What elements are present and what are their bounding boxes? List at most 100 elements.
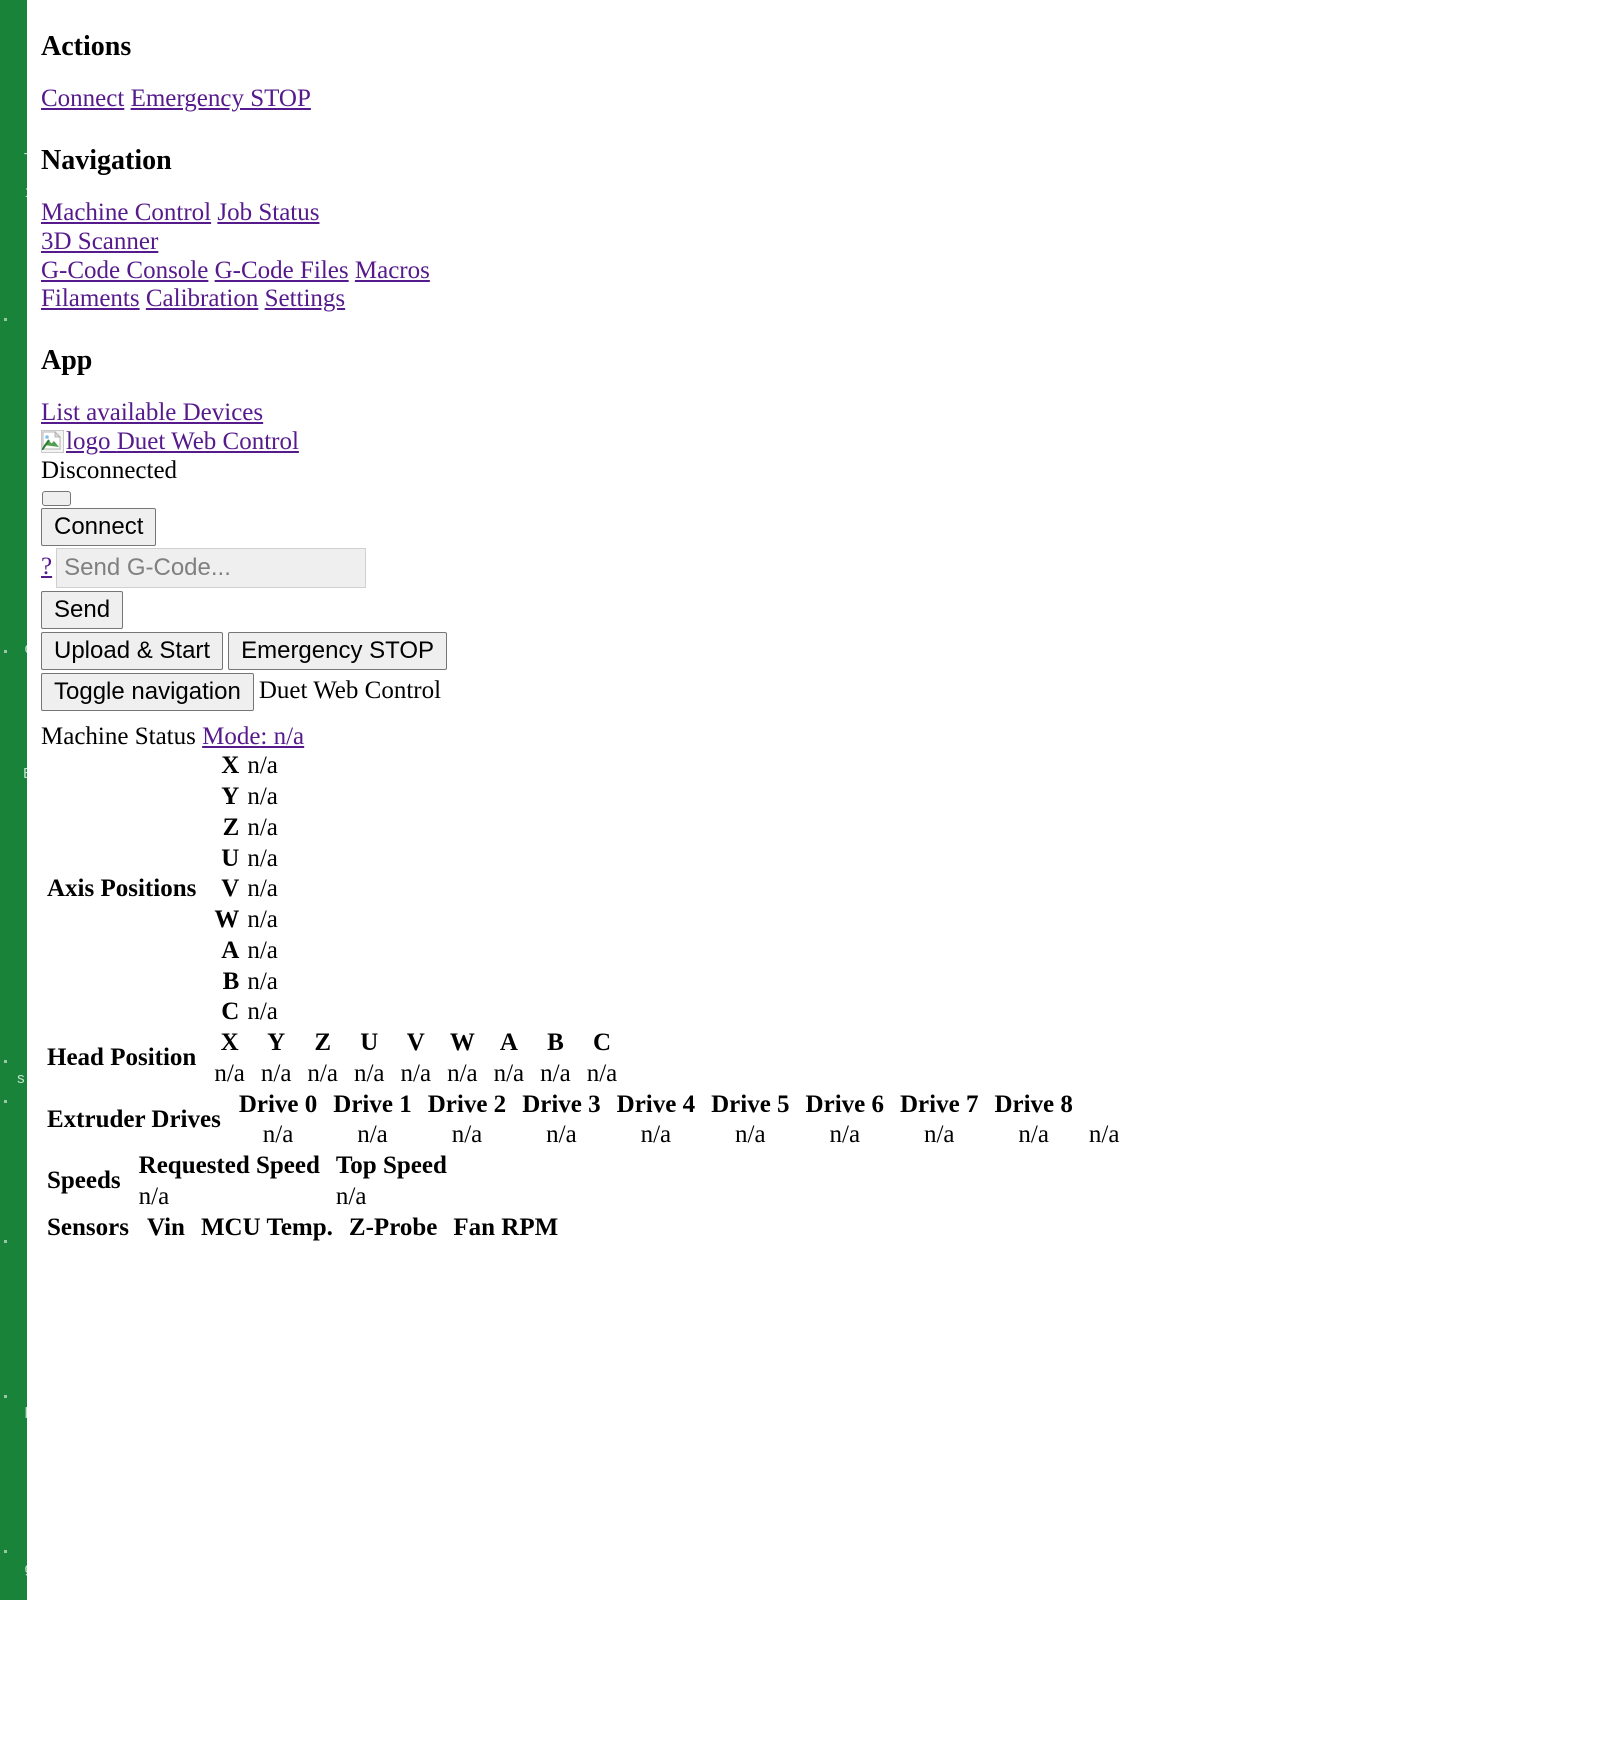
extruder-drive-value: n/a	[357, 1121, 388, 1149]
speeds-value: n/a	[138, 1182, 170, 1210]
head-position-header: V	[406, 1029, 425, 1057]
sensors-table: Sensors Vin MCU Temp. Z-Probe Fan RPM	[41, 1213, 566, 1244]
axis-value: n/a	[247, 998, 278, 1026]
speeds-header-row: Speeds Requested Speed Top Speed	[41, 1151, 455, 1194]
extruder-drives-header-row: Extruder Drives Drive 0 Drive 1 Drive 2 …	[41, 1090, 1127, 1133]
nav-line-4: Filaments Calibration Settings	[41, 285, 1598, 314]
upload-and-start-button[interactable]: Upload & Start	[41, 631, 224, 670]
extruder-drive-header: Drive 2	[427, 1090, 507, 1118]
axis-value: n/a	[247, 906, 278, 934]
list-available-devices-link[interactable]: List available Devices	[41, 399, 263, 426]
nav-link-settings[interactable]: Settings	[265, 285, 346, 312]
axis-label: A	[221, 936, 240, 964]
app-links: List available Devices logo Duet Web Con…	[41, 399, 1598, 485]
speeds-header: Requested Speed	[138, 1152, 320, 1180]
connect-button[interactable]: Connect	[41, 507, 157, 546]
gcode-help-link[interactable]: ?	[41, 553, 52, 582]
speeds-header: Top Speed	[335, 1152, 447, 1180]
extruder-drive-header: Drive 5	[711, 1090, 790, 1118]
sensors-header: MCU Temp.	[200, 1213, 333, 1241]
brand-title: Duet Web Control	[258, 677, 442, 705]
action-link-connect[interactable]: Connect	[41, 85, 124, 112]
sensors-header: Z-Probe	[348, 1213, 438, 1241]
head-position-header: B	[547, 1029, 564, 1057]
axis-label: V	[221, 875, 240, 903]
axis-value: n/a	[247, 783, 278, 811]
head-position-header: Z	[314, 1029, 332, 1057]
broken-image-icon	[41, 430, 64, 454]
axis-label: Y	[221, 783, 240, 811]
nav-link-calibration[interactable]: Calibration	[146, 285, 258, 312]
head-position-header: A	[499, 1029, 518, 1057]
extruder-drive-header: Drive 6	[805, 1090, 884, 1118]
connect-button-row: Connect	[41, 507, 1598, 546]
axis-positions-label: Axis Positions	[47, 875, 197, 903]
extruder-drive-value: n/a	[923, 1121, 955, 1149]
head-position-label: Head Position	[47, 1044, 197, 1072]
axis-value: n/a	[247, 936, 278, 964]
head-position-header: C	[592, 1029, 611, 1057]
nav-link-macros[interactable]: Macros	[355, 257, 430, 284]
send-button[interactable]: Send	[41, 590, 124, 629]
head-position-value: n/a	[307, 1059, 338, 1087]
actions-links: Connect Emergency STOP	[41, 85, 1598, 114]
nav-link-machine-control[interactable]: Machine Control	[41, 199, 211, 226]
extruder-drive-header: Drive 4	[616, 1090, 696, 1118]
navigation-links: Machine Control Job Status 3D Scanner G-…	[41, 199, 1598, 314]
machine-status-header: Machine Status Mode: n/a	[41, 723, 1598, 752]
nav-link-gcode-files[interactable]: G-Code Files	[215, 257, 349, 284]
extruder-drive-header: Drive 1	[333, 1090, 412, 1118]
head-position-value: n/a	[214, 1059, 245, 1087]
upload-emergency-row: Upload & Start Emergency STOP	[41, 631, 1598, 670]
app-heading: App	[41, 345, 93, 377]
gcode-input[interactable]	[56, 547, 367, 588]
extruder-drive-value: n/a	[829, 1121, 861, 1149]
password-input[interactable]	[42, 490, 71, 506]
connection-status-text: Disconnected	[41, 456, 178, 484]
extruder-drive-value: n/a	[1018, 1121, 1049, 1149]
extruder-drive-value: n/a	[1088, 1121, 1120, 1149]
brand-logo-link[interactable]: logo Duet Web Control	[41, 428, 299, 455]
machine-status-title: Machine Status	[41, 722, 196, 750]
list-devices-row: List available Devices	[41, 399, 1598, 428]
brand-logo-alt-text: logo	[66, 428, 111, 456]
nav-line-2: 3D Scanner	[41, 228, 1598, 257]
gcode-input-row: ?	[41, 547, 1598, 588]
head-position-value: n/a	[493, 1059, 525, 1087]
extruder-drive-value: n/a	[262, 1121, 294, 1149]
axis-value: n/a	[247, 813, 278, 841]
head-position-value: n/a	[447, 1059, 478, 1087]
sensors-header: Fan RPM	[453, 1213, 559, 1241]
nav-link-filaments[interactable]: Filaments	[41, 285, 140, 312]
axis-positions-table: Axis Positions Xn/a Yn/a Zn/a Un/a Vn/a Wn/a An…	[41, 751, 286, 1028]
axis-position-row: Axis Positions Xn/a	[41, 751, 286, 902]
extruder-drive-header: Drive 3	[522, 1090, 601, 1118]
axis-label: U	[221, 844, 240, 872]
machine-mode-link[interactable]: Mode: n/a	[202, 723, 304, 750]
emergency-stop-button[interactable]: Emergency STOP	[228, 631, 448, 670]
left-green-band: T 1 q E s t b g	[0, 0, 27, 1600]
head-position-value: n/a	[586, 1059, 618, 1087]
extruder-drives-table: Extruder Drives Drive 0 Drive 1 Drive 2 …	[41, 1090, 1127, 1152]
extruder-drive-value: n/a	[451, 1121, 483, 1149]
nav-link-job-status[interactable]: Job Status	[217, 199, 319, 226]
action-link-emergency-stop[interactable]: Emergency STOP	[131, 85, 311, 112]
brand-logo-text: Duet Web Control	[116, 428, 299, 456]
axis-value: n/a	[247, 844, 278, 872]
toggle-navigation-button[interactable]: Toggle navigation	[41, 672, 254, 711]
extruder-drive-value: n/a	[546, 1121, 577, 1149]
nav-line-3: G-Code Console G-Code Files Macros	[41, 257, 1598, 286]
head-position-value: n/a	[260, 1059, 292, 1087]
speeds-label: Speeds	[47, 1167, 121, 1195]
head-position-header: Y	[267, 1029, 286, 1057]
head-position-header: U	[360, 1029, 379, 1057]
nav-link-3d-scanner[interactable]: 3D Scanner	[41, 228, 158, 255]
head-position-header-row: Head Position X Y Z U V W A B C	[41, 1028, 625, 1071]
send-button-row: Send	[41, 590, 1598, 629]
extruder-drive-value: n/a	[640, 1121, 672, 1149]
nav-link-gcode-console[interactable]: G-Code Console	[41, 257, 208, 284]
axis-label: B	[222, 967, 240, 995]
speeds-table: Speeds Requested Speed Top Speed n/a n/a	[41, 1151, 455, 1213]
nav-line-1: Machine Control Job Status	[41, 199, 1598, 228]
head-position-value: n/a	[400, 1059, 432, 1087]
